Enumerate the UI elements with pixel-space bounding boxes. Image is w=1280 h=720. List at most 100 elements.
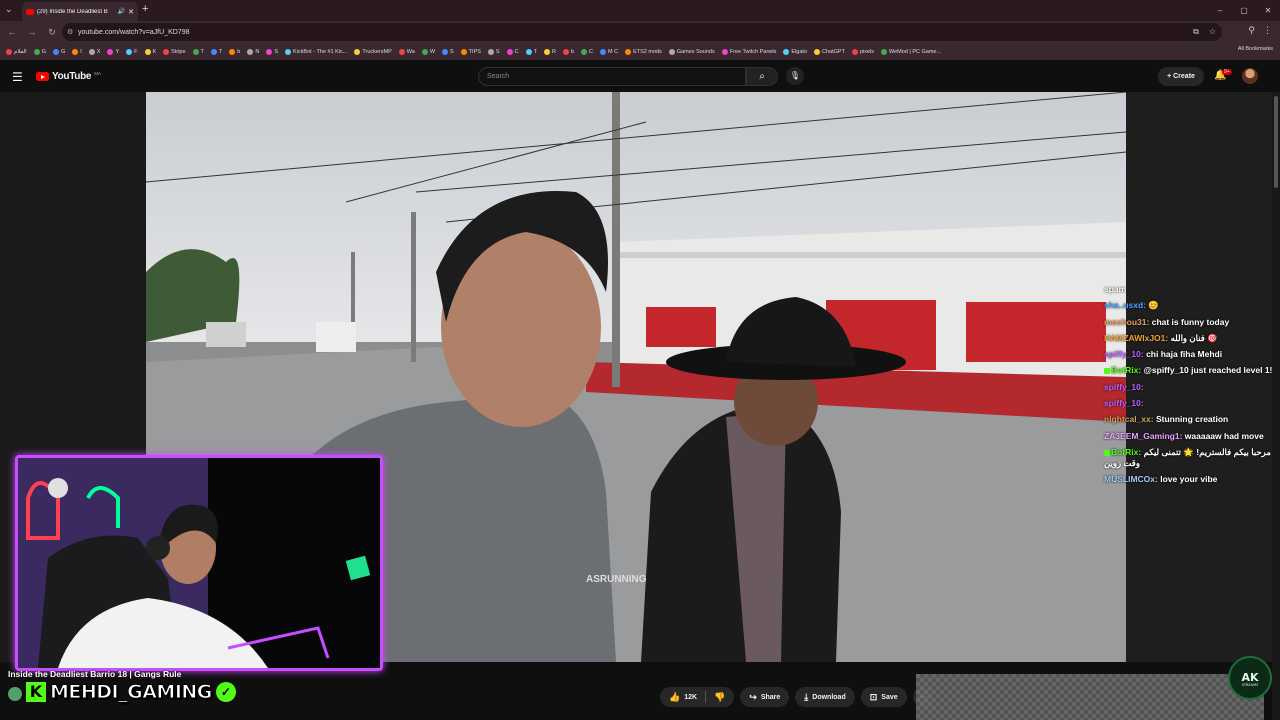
search-input[interactable]: Search [478, 67, 746, 86]
bookmark-item[interactable]: Free Twitch Panels [721, 48, 776, 55]
bookmark-favicon-icon [229, 48, 236, 55]
bookmark-label: I [80, 48, 82, 55]
bookmark-favicon-icon [525, 48, 532, 55]
chat-message: spiffy_10: chi haja fiha Mehdi [1104, 349, 1274, 360]
youtube-logo[interactable]: YouTube MA [36, 71, 101, 82]
bookmark-item[interactable]: W [421, 48, 435, 55]
address-bar[interactable]: ⚙ youtube.com/watch?v=aJfU_KD798 ⧉ ☆ [62, 23, 1222, 41]
chat-message: ZA3EEM_Gaming1: waaaaaw had move [1104, 431, 1274, 442]
bookmarks-bar: الفلام G G I X Y F K Stripe T Tb N S KickBot - The #1… [0, 43, 1280, 60]
bot-badge-icon [1104, 449, 1110, 456]
bookmark-favicon-icon [851, 48, 858, 55]
forward-icon[interactable]: → [24, 27, 40, 37]
bookmark-label: K [152, 48, 157, 55]
bookmark-item[interactable]: WeMod | PC Game... [881, 48, 942, 55]
bookmark-favicon-icon [88, 48, 95, 55]
close-window-button[interactable]: ✕ [1256, 0, 1280, 21]
chat-message: nightcal_xx: Stunning creation [1104, 414, 1274, 425]
youtube-play-icon [36, 72, 49, 81]
bookmark-label: WeMod | PC Game... [889, 48, 942, 55]
bookmark-favicon-icon [398, 48, 405, 55]
bookmark-item[interactable]: TruckersMP [354, 48, 392, 55]
bookmark-item[interactable]: Elgato [783, 48, 808, 55]
bookmark-item[interactable]: Stripe [163, 48, 186, 55]
tab-search-icon[interactable]: ⌄ [5, 4, 13, 15]
minimize-button[interactable]: – [1208, 0, 1232, 21]
bookmark-item[interactable]: M C [599, 48, 618, 55]
download-button[interactable]: ⤓ Download [795, 687, 855, 707]
bookmark-item[interactable]: Games Sounds [668, 48, 715, 55]
bookmark-favicon-icon [285, 48, 292, 55]
bookmark-item[interactable]: TIPS [460, 48, 481, 55]
bookmark-label: F [134, 48, 138, 55]
bookmark-item[interactable]: F [126, 48, 138, 55]
tab-strip: ⌄ (29) Inside the Deadliest B 🔊 ✕ + – ▢ … [0, 0, 1280, 21]
bookmark-item[interactable]: pixels [851, 48, 874, 55]
bookmark-label: TIPS [468, 48, 481, 55]
bookmark-item[interactable]: T [210, 48, 222, 55]
save-label: Save [881, 693, 898, 701]
bookmark-label: KickBot - The #1 Kic... [293, 48, 348, 55]
site-info-icon[interactable]: ⚙ [67, 28, 73, 36]
new-tab-button[interactable]: + [142, 3, 148, 15]
browser-toolbar: ← → ↻ ⚙ youtube.com/watch?v=aJfU_KD798 ⧉… [0, 21, 1280, 43]
channel-avatar[interactable] [8, 687, 22, 701]
bookmark-item[interactable]: KickBot - The #1 Kic... [285, 48, 348, 55]
bookmark-item[interactable]: R [543, 48, 556, 55]
bookmark-label: R [551, 48, 556, 55]
bookmark-item[interactable]: T [525, 48, 537, 55]
bookmark-label: b [570, 48, 574, 55]
bookmark-item[interactable]: الفلام [6, 48, 27, 55]
ak-streams-logo: AK STREAMS [1228, 656, 1272, 700]
tab-close-icon[interactable]: ✕ [128, 8, 134, 16]
bookmark-item[interactable]: ETS2 mods [625, 48, 662, 55]
extensions-icon[interactable]: ⚲ [1248, 25, 1255, 36]
bookmark-item[interactable]: G [33, 48, 46, 55]
chat-username: spiffy_10: [1104, 381, 1144, 392]
install-icon[interactable]: ⧉ [1193, 23, 1199, 41]
bookmark-item[interactable]: K [144, 48, 157, 55]
bookmark-item[interactable]: N [247, 48, 259, 55]
bookmark-label: T [200, 48, 204, 55]
chat-message: BotRix: مرحبا بيكم فالستريم! 🌟 تتمنى ليك… [1104, 447, 1274, 469]
bookmark-favicon-icon [506, 48, 513, 55]
speaker-icon[interactable]: 🔊 [118, 8, 125, 15]
reload-icon[interactable]: ↻ [44, 27, 60, 38]
bookmark-item[interactable]: C [506, 48, 519, 55]
chat-username: ZA3EEM_Gaming1: [1104, 430, 1183, 441]
bookmark-item[interactable]: G [52, 48, 65, 55]
menu-icon[interactable]: ☰ [12, 70, 23, 84]
back-icon[interactable]: ← [4, 27, 20, 37]
bookmark-item[interactable]: b [229, 48, 240, 55]
bookmark-item[interactable]: S [487, 48, 500, 55]
like-count: 12K [684, 693, 698, 701]
create-button[interactable]: + Create [1158, 67, 1204, 86]
bookmark-item[interactable]: S [266, 48, 278, 55]
search-button[interactable]: ⌕ [746, 67, 778, 86]
voice-search-button[interactable]: 🎙 [786, 67, 804, 85]
maximize-button[interactable]: ▢ [1232, 0, 1256, 21]
bookmark-star-icon[interactable]: ☆ [1209, 23, 1216, 41]
bookmark-item[interactable]: ChatGPT [814, 48, 845, 55]
bookmark-item[interactable]: b [562, 48, 574, 55]
bookmark-item[interactable]: C [581, 48, 593, 55]
thumbs-down-icon[interactable]: 👎 [714, 692, 725, 703]
bookmark-label: Elgato [791, 48, 808, 55]
bookmark-item[interactable]: Y [107, 48, 119, 55]
chat-username: BotRix: [1111, 365, 1142, 376]
account-avatar[interactable] [1242, 68, 1258, 84]
all-bookmarks-link[interactable]: All Bookmarks [1238, 46, 1273, 52]
video-actions: 👍 12K 👎 ↪ Share ⤓ Download ⊡ Save ⋯ [660, 687, 933, 707]
like-button[interactable]: 👍 12K 👎 [660, 687, 735, 707]
menu-icon[interactable]: ⋮ [1263, 25, 1272, 36]
bookmark-favicon-icon [487, 48, 494, 55]
scrollbar-thumb[interactable] [1274, 96, 1278, 188]
bookmark-item[interactable]: Wa [398, 48, 415, 55]
bookmark-item[interactable]: S [442, 48, 454, 55]
share-button[interactable]: ↪ Share [740, 687, 790, 707]
save-button[interactable]: ⊡ Save [860, 687, 907, 707]
bookmark-item[interactable]: T [192, 48, 204, 55]
bookmark-item[interactable]: I [72, 48, 82, 55]
browser-tab-active[interactable]: (29) Inside the Deadliest B 🔊 ✕ [22, 2, 138, 21]
bookmark-item[interactable]: X [88, 48, 100, 55]
